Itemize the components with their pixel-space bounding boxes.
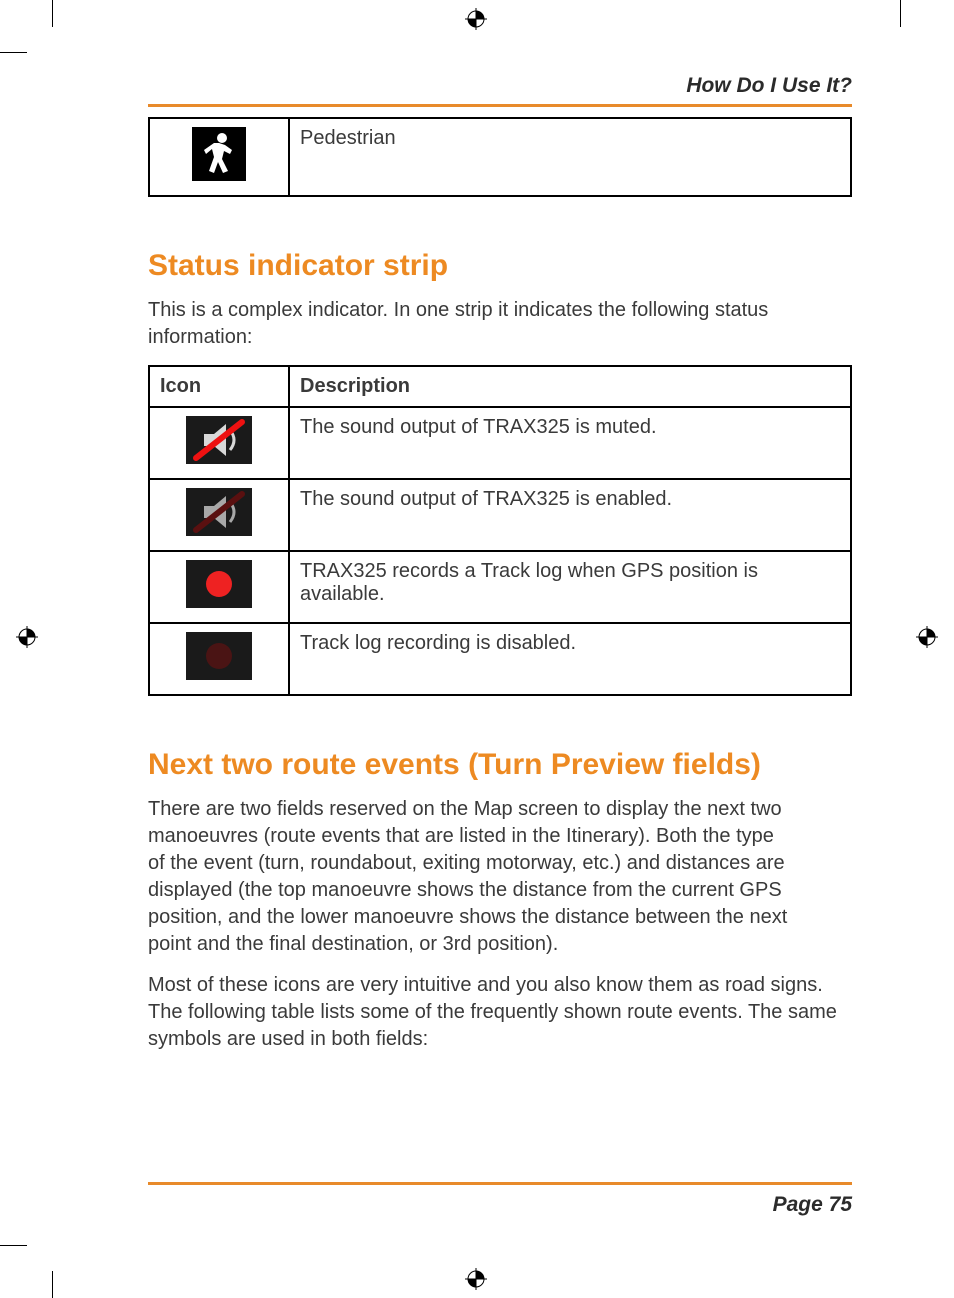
header-rule <box>148 104 852 107</box>
pedestrian-label: Pedestrian <box>289 118 851 196</box>
pedestrian-icon <box>192 127 246 181</box>
table-row: The sound output of TRAX325 is enabled. <box>149 479 851 551</box>
table-row: The sound output of TRAX325 is muted. <box>149 407 851 479</box>
table-row: Track log recording is disabled. <box>149 623 851 695</box>
registration-mark-icon <box>465 1268 487 1290</box>
next-heading: Next two route events (Turn Preview fiel… <box>148 748 852 782</box>
registration-mark-icon <box>16 626 38 648</box>
status-th-icon: Icon <box>149 366 289 407</box>
next-p1: There are two fields reserved on the Map… <box>148 796 788 958</box>
status-desc: TRAX325 records a Track log when GPS pos… <box>289 551 851 623</box>
registration-mark-icon <box>465 8 487 30</box>
next-p2: Most of these icons are very intuitive a… <box>148 972 852 1053</box>
table-row: TRAX325 records a Track log when GPS pos… <box>149 551 851 623</box>
status-desc: The sound output of TRAX325 is enabled. <box>289 479 851 551</box>
status-desc: Track log recording is disabled. <box>289 623 851 695</box>
status-desc: The sound output of TRAX325 is muted. <box>289 407 851 479</box>
status-intro: This is a complex indicator. In one stri… <box>148 297 852 351</box>
sound-enabled-icon <box>186 488 252 536</box>
tracklog-on-icon <box>186 560 252 608</box>
tracklog-off-icon <box>186 632 252 680</box>
pedestrian-table: Pedestrian <box>148 117 852 197</box>
status-heading: Status indicator strip <box>148 249 852 283</box>
page-number: Page 75 <box>148 1193 852 1217</box>
running-head: How Do I Use It? <box>148 74 852 98</box>
status-th-desc: Description <box>289 366 851 407</box>
status-table: Icon Description The sound output of TRA… <box>148 365 852 696</box>
footer-rule <box>148 1182 852 1185</box>
sound-muted-icon <box>186 416 252 464</box>
registration-mark-icon <box>916 626 938 648</box>
